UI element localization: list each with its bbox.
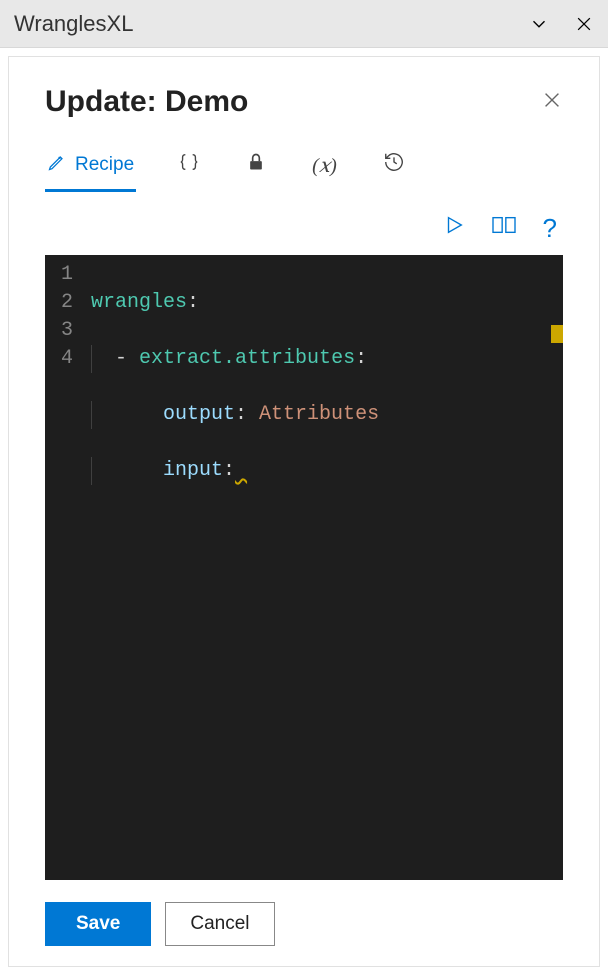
yaml-key: extract.attributes bbox=[139, 347, 355, 370]
tab-variables[interactable]: (𝑥) bbox=[308, 145, 341, 190]
chevron-down-icon[interactable] bbox=[528, 13, 550, 35]
titlebar-controls bbox=[528, 13, 594, 35]
yaml-warning bbox=[235, 459, 247, 482]
tab-recipe-label: Recipe bbox=[75, 154, 134, 176]
run-button[interactable] bbox=[443, 214, 465, 241]
history-icon bbox=[383, 151, 405, 179]
close-window-icon[interactable] bbox=[574, 14, 594, 34]
yaml-key: wrangles bbox=[91, 291, 187, 314]
panel-header: Update: Demo bbox=[45, 85, 563, 119]
pencil-icon bbox=[47, 152, 67, 178]
tab-bar: Recipe (𝑥) bbox=[45, 143, 563, 192]
panel: Update: Demo Recipe (𝑥) bbox=[8, 56, 600, 967]
line-number: 2 bbox=[53, 289, 73, 317]
editor-toolbar: ? bbox=[45, 200, 563, 255]
tab-history[interactable] bbox=[379, 143, 409, 191]
save-button[interactable]: Save bbox=[45, 902, 151, 946]
yaml-key: output bbox=[163, 403, 235, 426]
minimap-warning-marker[interactable] bbox=[551, 325, 563, 343]
tab-lock[interactable] bbox=[242, 144, 270, 190]
line-number: 3 bbox=[53, 317, 73, 345]
yaml-value: Attributes bbox=[259, 403, 379, 426]
footer-buttons: Save Cancel bbox=[45, 880, 563, 946]
help-icon[interactable]: ? bbox=[543, 215, 557, 241]
titlebar: WranglesXL bbox=[0, 0, 608, 48]
side-by-side-icon[interactable] bbox=[491, 214, 517, 241]
line-number: 1 bbox=[53, 261, 73, 289]
code-editor[interactable]: 1 2 3 4 wrangles: - extract.attributes: … bbox=[45, 255, 563, 880]
yaml-dash: - bbox=[115, 347, 139, 370]
panel-title: Update: Demo bbox=[45, 85, 248, 119]
lock-icon bbox=[246, 152, 266, 178]
app-title: WranglesXL bbox=[14, 11, 133, 37]
cancel-button[interactable]: Cancel bbox=[165, 902, 274, 946]
line-gutter: 1 2 3 4 bbox=[45, 255, 83, 880]
variable-x-icon: (𝑥) bbox=[312, 153, 337, 178]
braces-icon bbox=[178, 151, 200, 179]
code-area[interactable]: wrangles: - extract.attributes: output: … bbox=[83, 255, 563, 880]
tab-braces[interactable] bbox=[174, 143, 204, 191]
close-panel-icon[interactable] bbox=[541, 89, 563, 116]
yaml-key: input bbox=[163, 459, 223, 482]
line-number: 4 bbox=[53, 345, 73, 373]
tab-recipe[interactable]: Recipe bbox=[45, 144, 136, 190]
